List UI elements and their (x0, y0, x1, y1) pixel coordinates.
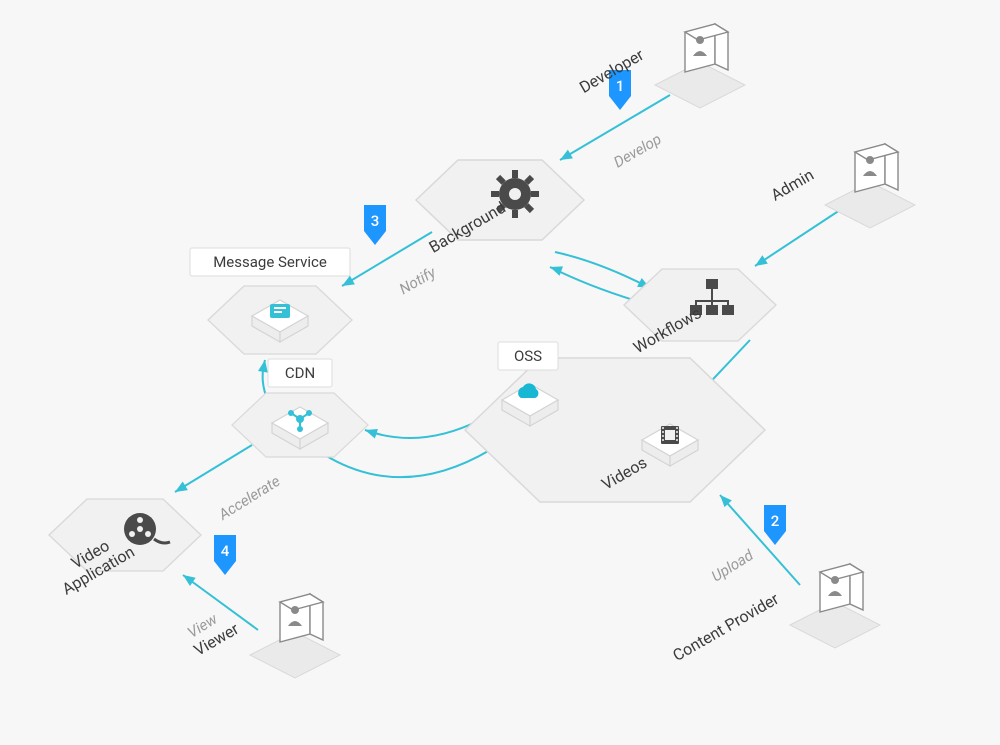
cdn-label: CDN (285, 364, 315, 382)
node-videos: Videos OSS (465, 342, 765, 502)
admin-label: Admin (767, 165, 817, 205)
step-2: 2 (771, 512, 780, 530)
node-video-application: Video Application (49, 499, 201, 599)
architecture-diagram: Develop 1 Notify 3 Upload 2 (0, 0, 1000, 745)
step-3: 3 (371, 212, 380, 230)
step-1: 1 (616, 77, 625, 95)
edge-videos-cdn (363, 420, 480, 438)
node-workflows: Workflows (624, 269, 776, 357)
message-service-label: Message Service (213, 253, 327, 271)
edge-accelerate-label: Accelerate (215, 472, 284, 524)
edge-develop-label: Develop (611, 130, 665, 172)
edge-upload-label: Upload (708, 546, 757, 586)
edge-notify-label: Notify (396, 263, 440, 299)
node-viewer: Viewer (190, 594, 340, 678)
edge-notify: Notify 3 (340, 205, 440, 298)
node-message-service: Message Service (190, 248, 352, 354)
node-developer: Developer (576, 24, 745, 108)
edge-admin-workflows (752, 210, 840, 270)
message-icon (270, 304, 290, 318)
content-provider-label: Content Provider (669, 589, 782, 665)
node-admin: Admin (767, 144, 915, 228)
step-4: 4 (221, 542, 230, 560)
edge-upload: Upload 2 (708, 492, 800, 586)
edge-develop: Develop 1 (558, 70, 671, 171)
node-content-provider: Content Provider (669, 564, 880, 665)
oss-label: OSS (514, 347, 542, 365)
film-icon (661, 426, 679, 444)
node-cdn: CDN (232, 359, 368, 457)
node-background: Background (416, 160, 584, 257)
